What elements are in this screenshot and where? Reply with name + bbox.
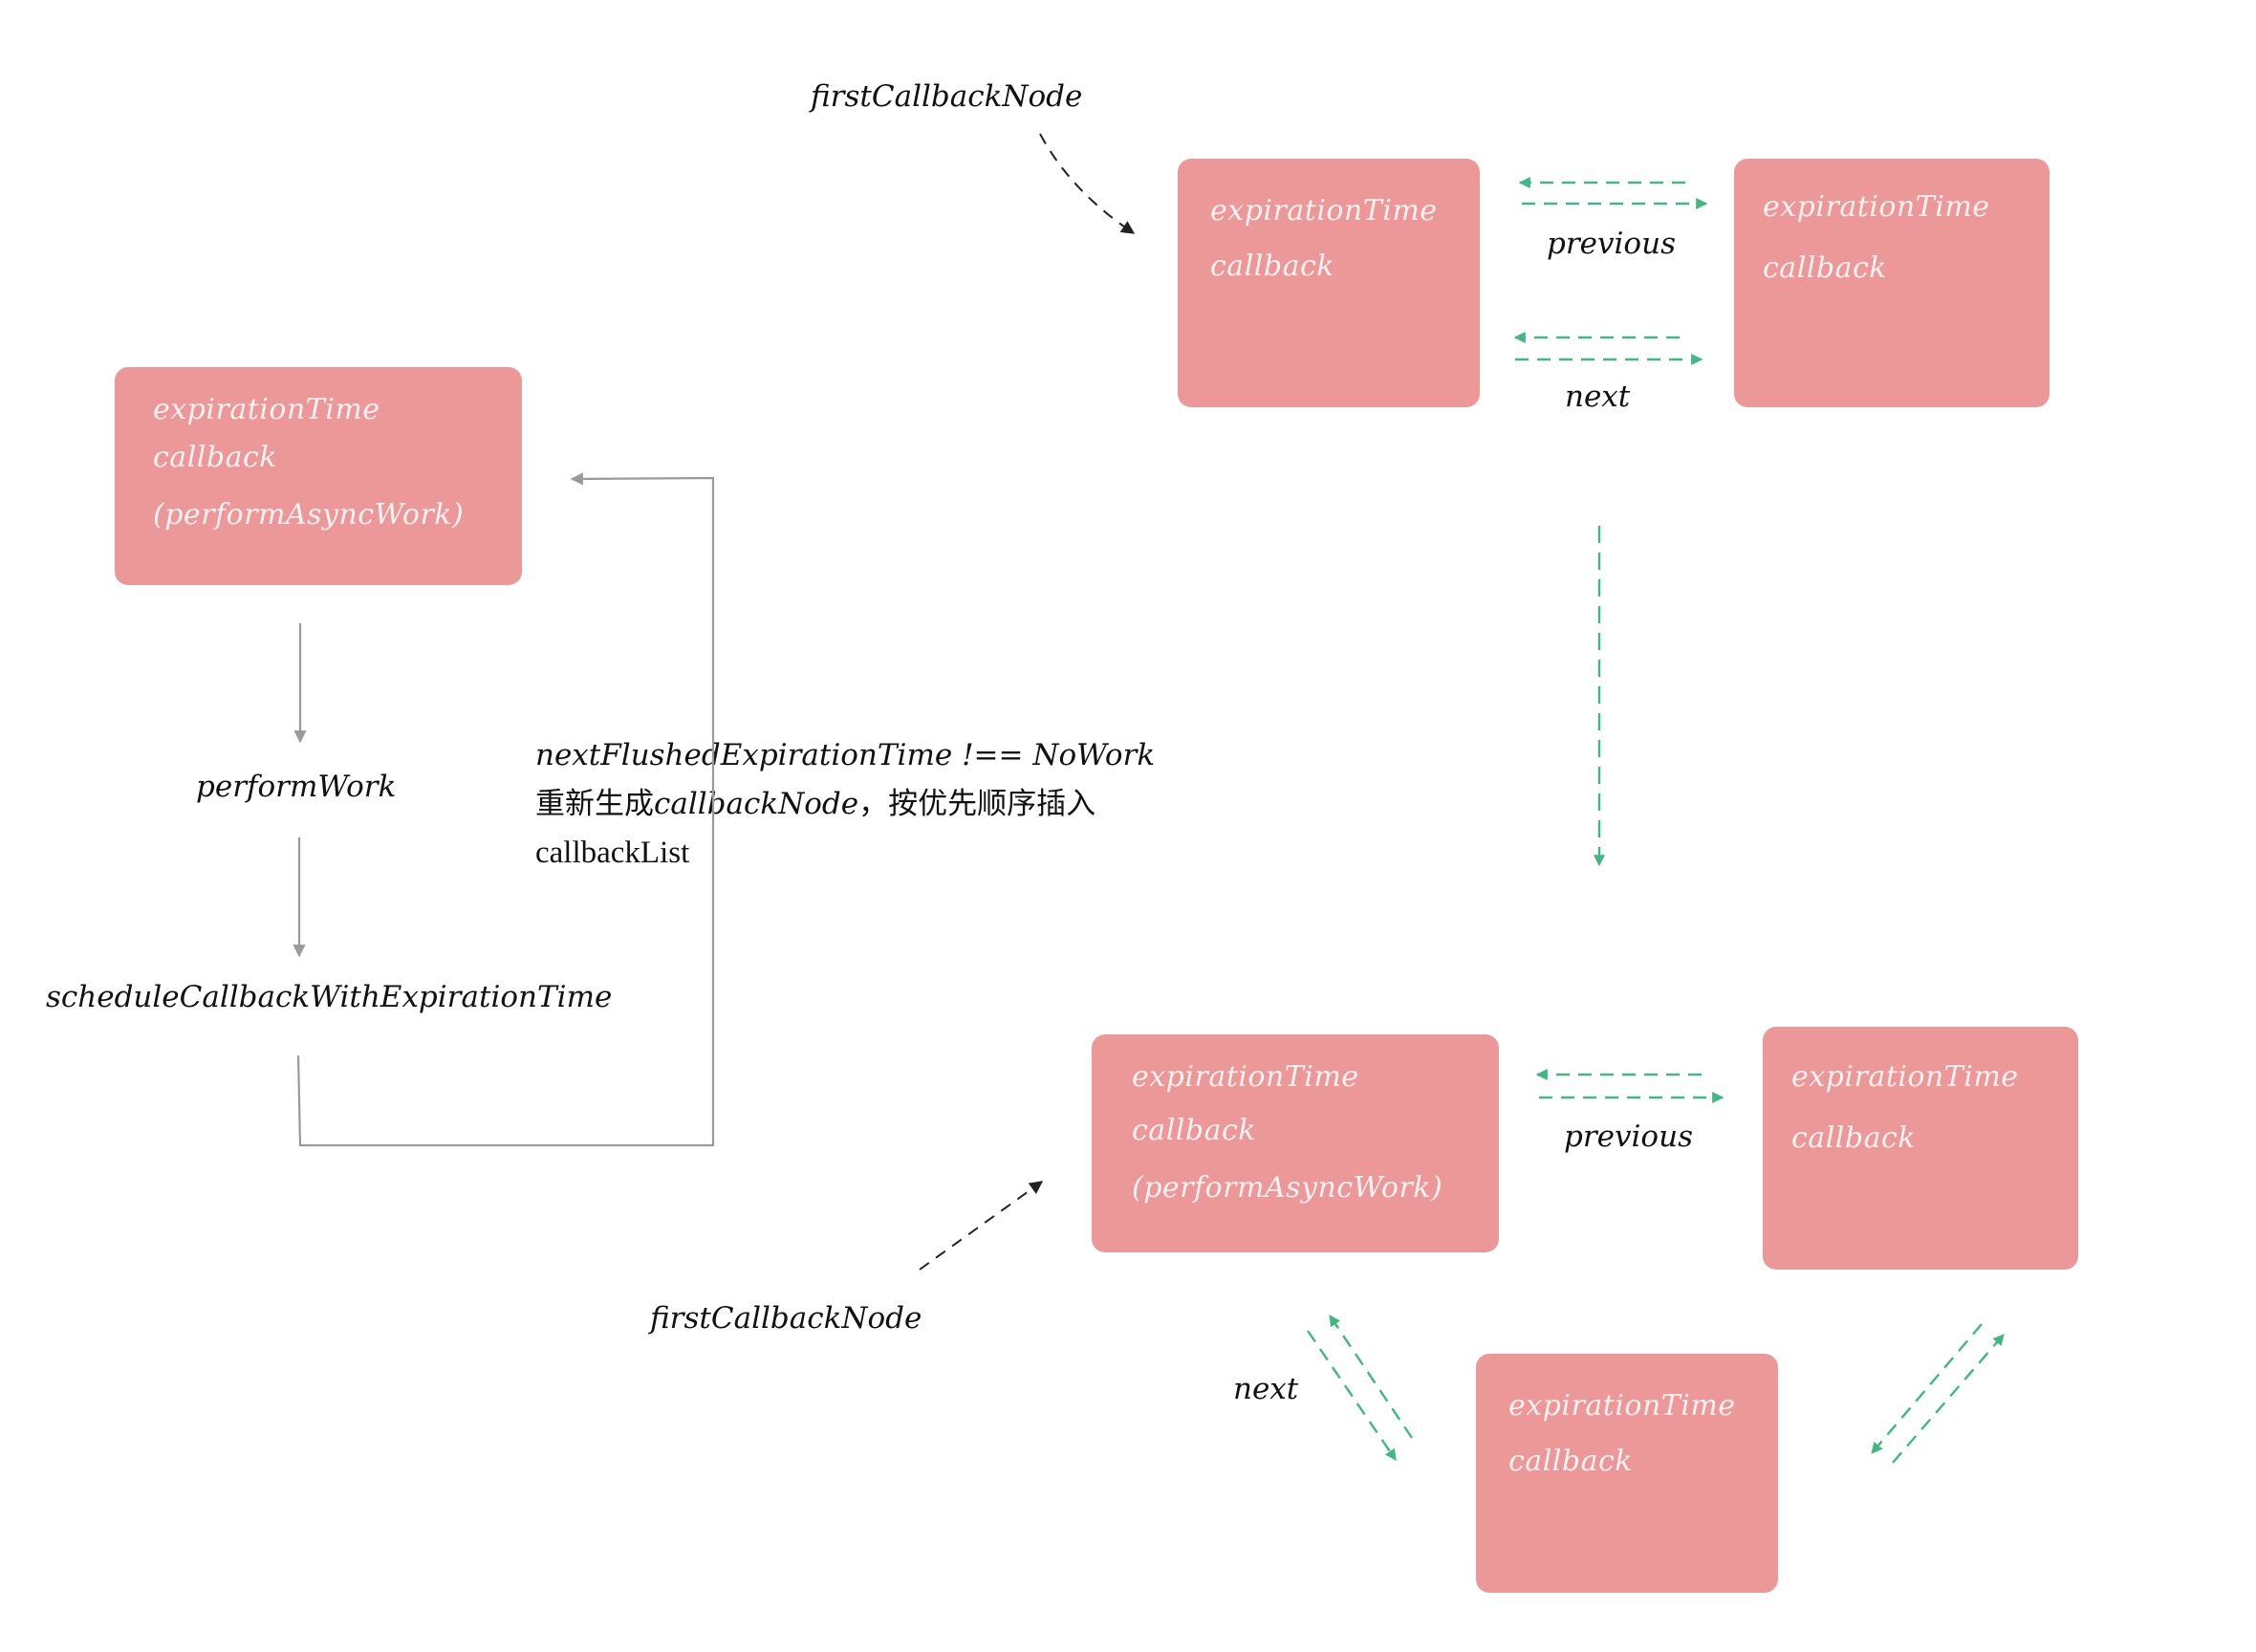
node-field-callback-fn: (performAsyncWork): [153, 498, 465, 532]
bottom-next-label: next: [1233, 1372, 1299, 1406]
arrow-bottom-first-callback-pointer: [919, 1181, 1044, 1271]
bottom-first-callback-node-label: firstCallbackNode: [650, 1301, 922, 1336]
node-field-callback: callback: [153, 441, 277, 474]
callback-node-left: expirationTime callback (performAsyncWor…: [115, 367, 522, 585]
node-field-expiration-time: expirationTime: [1763, 190, 1990, 224]
top-next-label: next: [1565, 380, 1631, 414]
node-field-callback: callback: [1508, 1445, 1633, 1478]
loop-note-action-cjk-a: 重新生成: [535, 787, 654, 821]
arrow-bottom-next-forward: [1307, 1330, 1397, 1461]
node-field-callback-fn: (performAsyncWork): [1132, 1171, 1443, 1205]
top-callback-node-2: expirationTime callback: [1734, 159, 2050, 407]
top-callback-node-1: expirationTime callback: [1178, 159, 1480, 407]
bottom-callback-node-3: expirationTime callback: [1476, 1354, 1778, 1593]
node-field-expiration-time: expirationTime: [153, 393, 380, 426]
top-first-callback-node-label: firstCallbackNode: [811, 79, 1083, 114]
arrow-bottom-middle-to-right: [1892, 1334, 2005, 1464]
bottom-callback-node-1: expirationTime callback (performAsyncWor…: [1092, 1034, 1499, 1252]
top-previous-label: previous: [1547, 227, 1676, 261]
step-schedule-callback: scheduleCallbackWithExpirationTime: [46, 980, 613, 1014]
node-field-callback: callback: [1791, 1121, 1916, 1155]
node-field-callback: callback: [1763, 251, 1887, 285]
node-field-callback: callback: [1210, 250, 1334, 283]
bottom-previous-label: previous: [1564, 1119, 1693, 1154]
node-field-expiration-time: expirationTime: [1132, 1060, 1359, 1094]
bottom-callback-node-2: expirationTime callback: [1763, 1027, 2078, 1270]
step-perform-work: performWork: [196, 770, 397, 804]
diagram-canvas: expirationTime callback (performAsyncWor…: [0, 0, 2256, 1652]
node-field-callback: callback: [1132, 1114, 1256, 1147]
arrow-bottom-right-to-middle: [1871, 1323, 1983, 1454]
node-field-expiration-time: expirationTime: [1791, 1060, 2019, 1094]
loop-note-action: 重新生成callbackNode，按优先顺序插入: [535, 790, 1095, 819]
loop-note-target: callbackList: [535, 836, 690, 870]
loop-note-action-cjk-b: ，按优先顺序插入: [858, 787, 1096, 821]
node-field-expiration-time: expirationTime: [1508, 1389, 1736, 1423]
node-field-expiration-time: expirationTime: [1210, 194, 1438, 228]
arrow-bottom-next-back: [1329, 1315, 1413, 1439]
loop-note-action-node: callbackNode: [654, 787, 859, 821]
loop-note-condition: nextFlushedExpirationTime !== NoWork: [535, 738, 1156, 772]
arrow-top-first-callback-pointer: [1039, 133, 1136, 234]
